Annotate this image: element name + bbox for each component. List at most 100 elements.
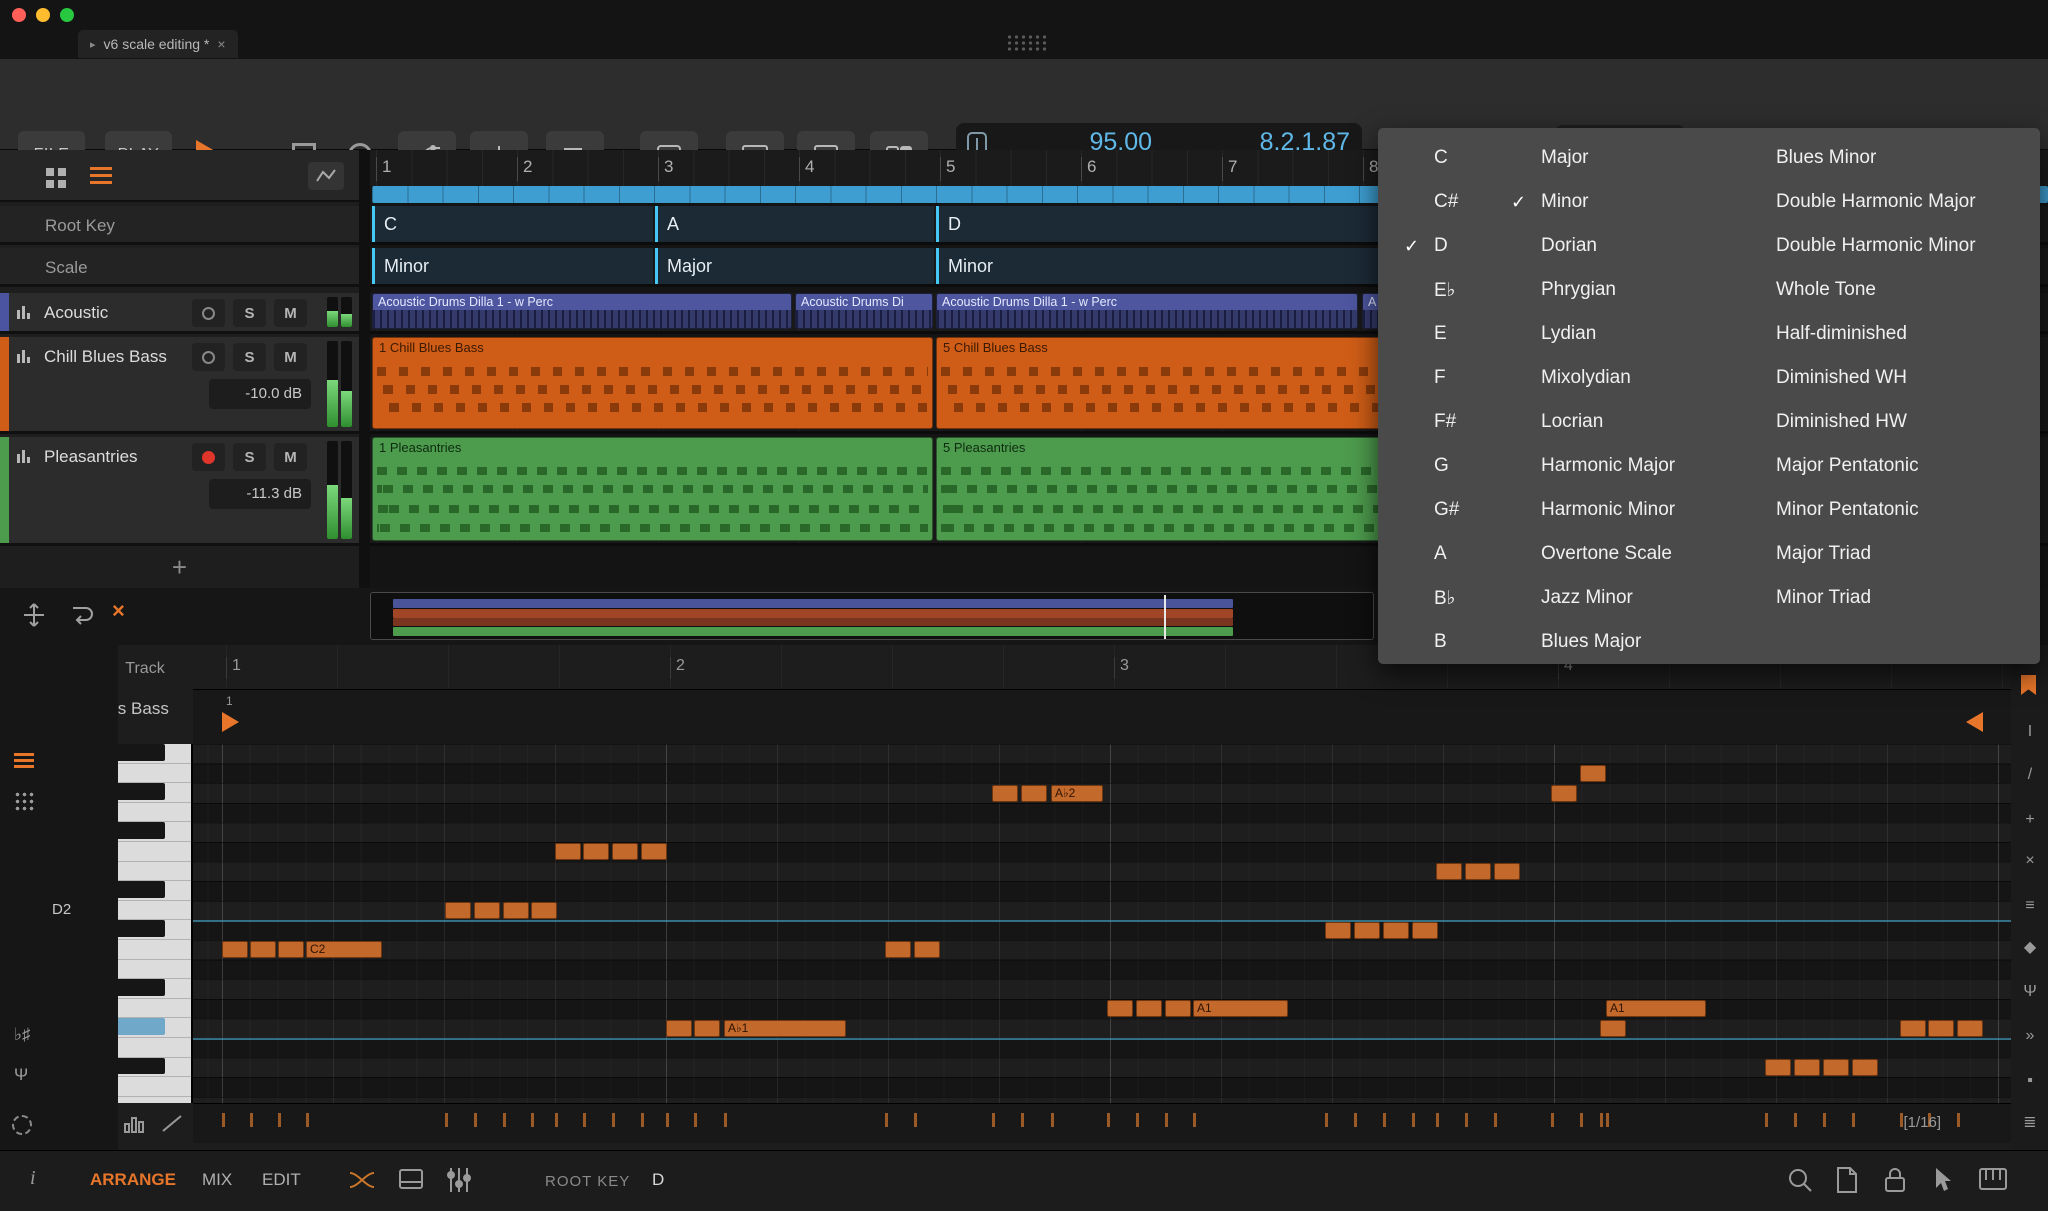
velocity-tick[interactable] — [1107, 1113, 1110, 1127]
track-row[interactable]: Pleasantries S M -11.3 dB — [0, 437, 359, 546]
piano-key[interactable] — [118, 881, 191, 901]
erase-tool-icon[interactable]: × — [2020, 851, 2040, 871]
draw-tool-icon[interactable]: + — [2020, 810, 2040, 830]
velocity-tick[interactable] — [1136, 1113, 1139, 1127]
piano-key[interactable] — [118, 999, 191, 1019]
grid-view-icon[interactable] — [46, 168, 54, 176]
velocity-tick[interactable] — [666, 1113, 669, 1127]
piano-key[interactable] — [118, 862, 191, 882]
pleasantries-clip[interactable]: 1 Pleasantries — [372, 437, 933, 541]
midi-note[interactable] — [1383, 922, 1409, 939]
audition-icon[interactable]: Ψ — [14, 1065, 28, 1085]
midi-note[interactable]: A1 — [1606, 1000, 1706, 1017]
close-tab-icon[interactable]: × — [217, 36, 225, 52]
midi-note[interactable] — [694, 1020, 720, 1037]
scale-option[interactable]: Mixolydian — [1511, 356, 1675, 400]
midi-note[interactable] — [1354, 922, 1380, 939]
midi-note[interactable] — [992, 785, 1018, 802]
scale-option[interactable]: Overtone Scale — [1511, 532, 1675, 576]
velocity-tick[interactable] — [885, 1113, 888, 1127]
piano-key[interactable] — [118, 960, 191, 980]
velocity-tick[interactable] — [1823, 1113, 1826, 1127]
solo-button[interactable]: S — [233, 299, 266, 327]
midi-note[interactable] — [1765, 1059, 1791, 1076]
crossfade-icon[interactable] — [348, 1166, 376, 1199]
midi-note[interactable] — [445, 902, 471, 919]
piano-key[interactable] — [118, 803, 191, 823]
midi-note[interactable] — [1957, 1020, 1983, 1037]
midi-note[interactable] — [250, 941, 276, 958]
piano-key[interactable] — [118, 1038, 191, 1058]
scale-option[interactable]: Dorian — [1511, 224, 1675, 268]
scale-option[interactable]: Double Harmonic Minor — [1776, 224, 1976, 268]
accidentals-toggle[interactable]: ♭♯ — [14, 1025, 31, 1045]
midi-note[interactable]: A♭2 — [1051, 785, 1103, 802]
piano-key[interactable] — [118, 1097, 191, 1103]
velocity-tick[interactable] — [1383, 1113, 1386, 1127]
arrangement-overview[interactable] — [370, 592, 1374, 640]
scale-option[interactable]: ✓ Minor — [1511, 180, 1675, 224]
midi-note[interactable] — [1021, 785, 1047, 802]
root-key-option[interactable]: G# — [1404, 488, 1459, 532]
velocity-tick[interactable] — [1436, 1113, 1439, 1127]
velocity-tick[interactable] — [1765, 1113, 1768, 1127]
scale-option[interactable]: Major — [1511, 136, 1675, 180]
root-key-option[interactable]: F — [1404, 356, 1459, 400]
velocity-tick[interactable] — [914, 1113, 917, 1127]
fold-notes-icon[interactable]: » — [2020, 1026, 2040, 1046]
clear-arrangement-icon[interactable]: × — [112, 598, 125, 624]
black-key[interactable] — [118, 979, 165, 996]
piano-roll-grid[interactable]: A♭2C2A1A1A♭1 — [193, 744, 2011, 1103]
midi-note[interactable] — [1436, 863, 1462, 880]
piano-key[interactable] — [118, 1077, 191, 1097]
track-row[interactable]: Chill Blues Bass S M -10.0 dB — [0, 337, 359, 434]
midi-note[interactable] — [531, 902, 557, 919]
root-key-option[interactable]: B — [1404, 620, 1459, 664]
bass-clip[interactable]: 1 Chill Blues Bass — [372, 337, 933, 429]
root-key-option[interactable]: G — [1404, 444, 1459, 488]
piano-key[interactable] — [118, 901, 191, 921]
scale-option[interactable]: Diminished WH — [1776, 356, 1976, 400]
midi-note[interactable] — [1551, 785, 1577, 802]
scale-option[interactable]: Major Triad — [1776, 532, 1976, 576]
scale-option[interactable]: Locrian — [1511, 400, 1675, 444]
marker-tool-icon[interactable] — [2021, 675, 2036, 695]
scale-option[interactable]: Jazz Minor — [1511, 576, 1675, 620]
velocity-tick[interactable] — [445, 1113, 448, 1127]
velocity-tick[interactable] — [278, 1113, 281, 1127]
pointer-icon[interactable] — [1930, 1166, 1956, 1199]
script-file-icon[interactable] — [1834, 1166, 1860, 1199]
clip-start-marker[interactable] — [222, 712, 239, 732]
mixer-sliders-icon[interactable] — [446, 1166, 472, 1199]
black-key[interactable] — [118, 744, 165, 761]
piano-key[interactable] — [118, 940, 191, 960]
track-panel-menu-icon[interactable] — [90, 167, 112, 170]
velocity-tick[interactable] — [1021, 1113, 1024, 1127]
track-name[interactable]: Chill Blues Bass — [44, 346, 186, 367]
scale-track-header[interactable]: Scale — [0, 248, 359, 287]
midi-note[interactable] — [1823, 1059, 1849, 1076]
scale-option[interactable]: Harmonic Minor — [1511, 488, 1675, 532]
arm-button[interactable] — [192, 343, 225, 371]
drag-handle-icon[interactable] — [1006, 34, 1050, 51]
pen-tool-icon[interactable]: / — [2020, 765, 2040, 785]
scale-option[interactable]: Half-diminished — [1776, 312, 1976, 356]
midi-note[interactable] — [641, 843, 667, 860]
midi-note[interactable] — [1494, 863, 1520, 880]
scale-option[interactable]: Double Harmonic Major — [1776, 180, 1976, 224]
groove-icon[interactable] — [12, 1115, 32, 1135]
velocity-tick[interactable] — [583, 1113, 586, 1127]
midi-note[interactable] — [1928, 1020, 1954, 1037]
piano-key[interactable] — [118, 744, 191, 764]
scale-segment[interactable]: Minor — [372, 248, 653, 284]
piano-icon[interactable] — [1978, 1166, 2008, 1197]
piano-key[interactable] — [118, 1058, 191, 1078]
drum-clip[interactable]: Acoustic Drums Di — [795, 293, 933, 329]
velocity-tick[interactable] — [992, 1113, 995, 1127]
midi-note[interactable] — [503, 902, 529, 919]
add-track-row[interactable]: + — [0, 550, 359, 586]
root-key-option[interactable]: E — [1404, 312, 1459, 356]
midi-note[interactable] — [612, 843, 638, 860]
midi-note[interactable] — [1136, 1000, 1162, 1017]
lock-icon[interactable] — [1882, 1166, 1908, 1199]
